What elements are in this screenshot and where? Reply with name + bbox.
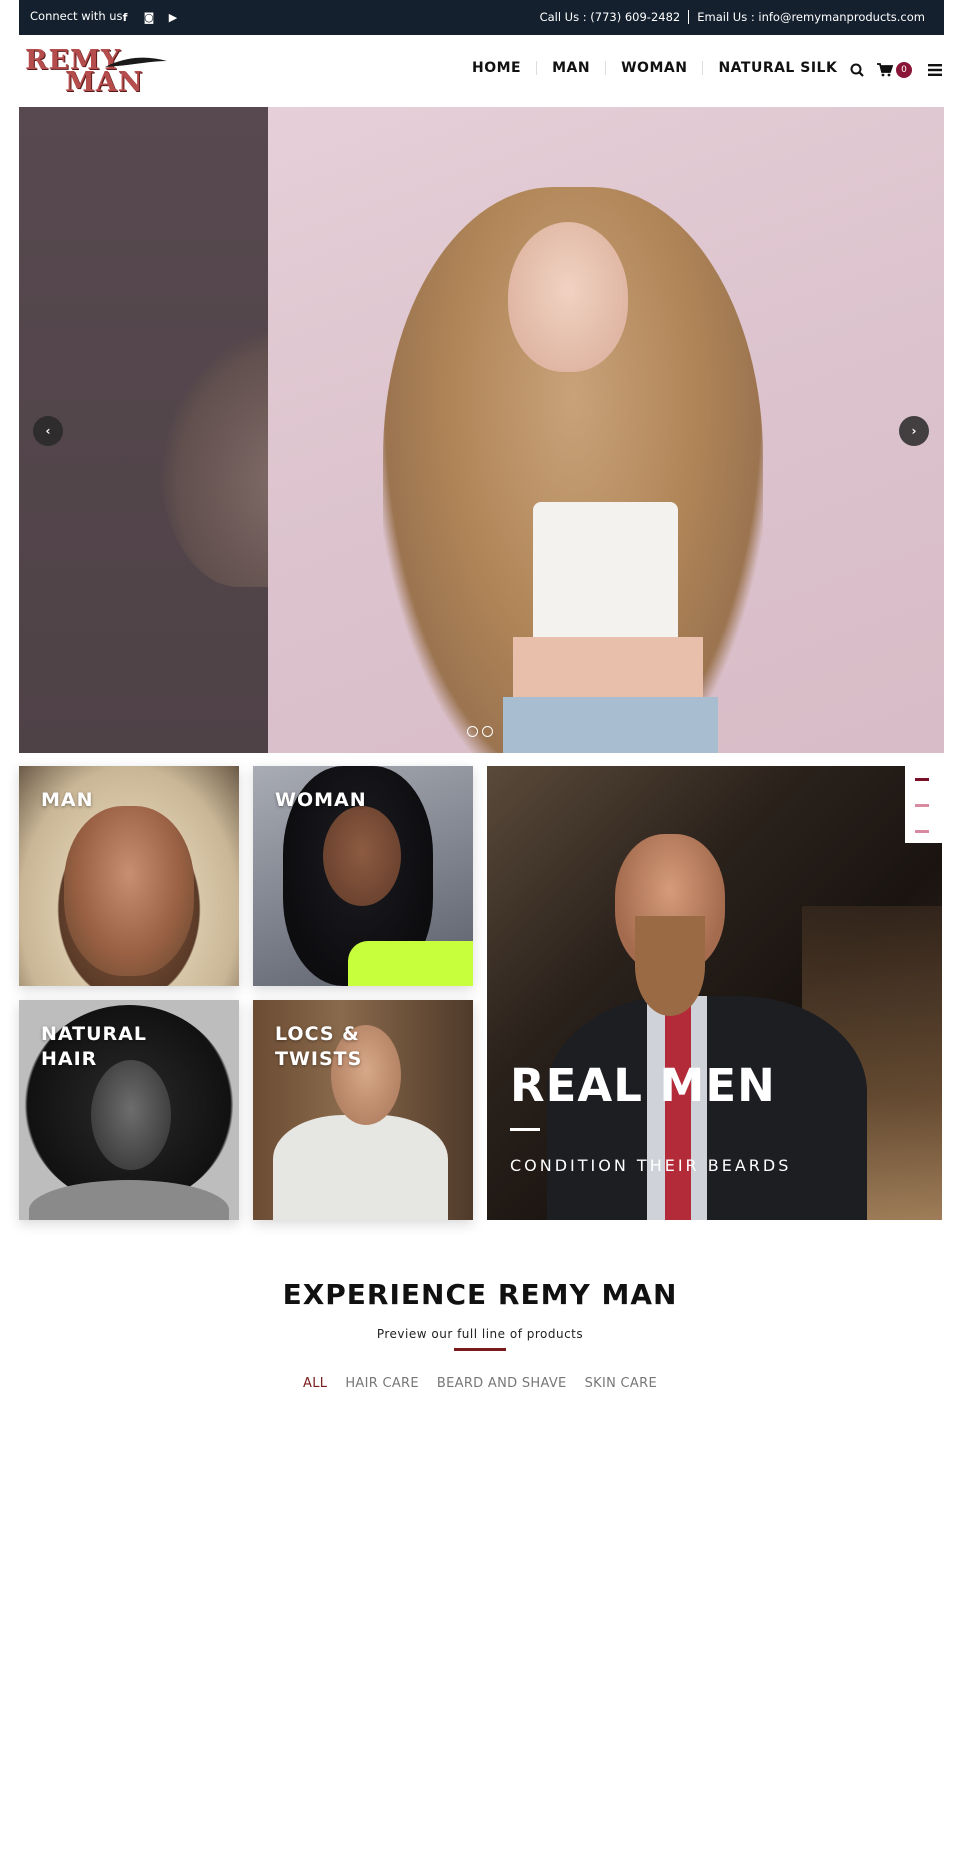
hero-slide-image	[268, 107, 944, 753]
feature-slide-indicator	[905, 766, 942, 843]
section-subtitle: Preview our full line of products	[376, 1327, 584, 1341]
menu-icon[interactable]	[926, 61, 944, 79]
category-tile-man[interactable]: MAN	[19, 766, 239, 986]
remy-man-logo[interactable]: REMY MAN	[25, 45, 167, 98]
section-title: EXPERIENCE REMY MAN	[282, 1278, 678, 1311]
feature-title: REAL MEN	[510, 1059, 776, 1112]
feature-subtitle: CONDITION THEIR BEARDS	[510, 1156, 792, 1175]
filter-beard-and-shave[interactable]: BEARD AND SHAVE	[437, 1376, 567, 1391]
email-us-text[interactable]: Email Us : info@remymanproducts.com	[697, 10, 925, 24]
cart-count-badge: 0	[896, 62, 912, 78]
section-divider	[454, 1348, 506, 1351]
nav-woman[interactable]: WOMAN	[606, 61, 704, 75]
category-tile-locs-twists[interactable]: LOCS & TWISTS	[253, 1000, 473, 1220]
category-label: MAN	[41, 789, 94, 811]
logo-swoosh-icon	[105, 57, 167, 67]
category-label: LOCS & TWISTS	[275, 1023, 363, 1070]
product-filter-tabs: ALL HAIR CARE BEARD AND SHAVE SKIN CARE	[0, 1376, 960, 1391]
slider-next-button[interactable]: ›	[899, 416, 929, 446]
slider-dots	[467, 726, 493, 737]
feature-indicator-bar-1[interactable]	[915, 778, 929, 781]
cart-icon[interactable]	[876, 61, 894, 79]
nav-home[interactable]: HOME	[457, 61, 538, 75]
feature-indicator-bar-3[interactable]	[915, 830, 929, 833]
filter-all[interactable]: ALL	[303, 1376, 327, 1391]
contact-divider	[688, 10, 690, 24]
category-tile-natural-hair[interactable]: NATURAL HAIR	[19, 1000, 239, 1220]
header-icons: 0	[848, 61, 944, 79]
search-icon[interactable]	[848, 61, 866, 79]
nav-man[interactable]: MAN	[537, 61, 607, 75]
slider-dot-2[interactable]	[482, 726, 493, 737]
feature-divider	[510, 1128, 540, 1131]
nav-natural-silk[interactable]: NATURAL SILK	[703, 61, 852, 75]
slider-prev-button[interactable]: ‹	[33, 416, 63, 446]
category-label: WOMAN	[275, 789, 367, 811]
filter-skin-care[interactable]: SKIN CARE	[585, 1376, 657, 1391]
facebook-icon[interactable]: f	[118, 10, 132, 24]
main-nav: HOME MAN WOMAN NATURAL SILK	[457, 61, 852, 75]
call-us-text[interactable]: Call Us : (773) 609-2482	[540, 10, 681, 24]
slider-dot-1[interactable]	[467, 726, 478, 737]
connect-label: Connect with us	[30, 9, 123, 23]
feature-indicator-bar-2[interactable]	[915, 804, 929, 807]
contact-info: Call Us : (773) 609-2482 Email Us : info…	[540, 10, 925, 24]
category-tile-woman[interactable]: WOMAN	[253, 766, 473, 986]
filter-hair-care[interactable]: HAIR CARE	[345, 1376, 419, 1391]
youtube-icon[interactable]: ▶	[166, 10, 180, 24]
instagram-icon[interactable]: ◙	[142, 10, 156, 24]
site-header: REMY MAN HOME MAN WOMAN NATURAL SILK 0	[19, 35, 944, 107]
hero-slider[interactable]: ‹ ›	[19, 107, 944, 753]
category-label: NATURAL HAIR	[41, 1023, 147, 1070]
feature-banner[interactable]: REAL MEN CONDITION THEIR BEARDS	[487, 766, 942, 1220]
top-bar: Connect with us f ◙ ▶ Call Us : (773) 60…	[19, 0, 944, 35]
